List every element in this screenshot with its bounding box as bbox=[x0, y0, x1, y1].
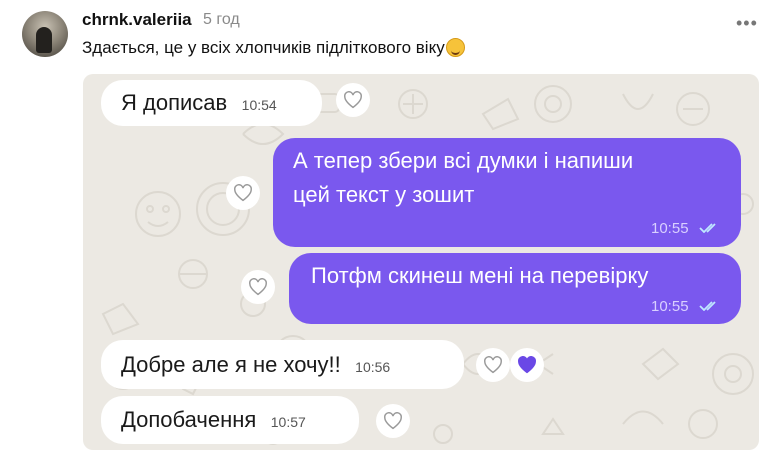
heart-icon[interactable] bbox=[376, 404, 410, 438]
message-meta: 10:55 bbox=[651, 220, 721, 238]
heart-icon[interactable] bbox=[226, 176, 260, 210]
message-time: 10:56 bbox=[355, 359, 391, 375]
message-text: Добре але я не хочу!! bbox=[121, 352, 341, 377]
post-caption: Здається, це у всіх хлопчиків підлітково… bbox=[82, 38, 465, 58]
username[interactable]: chrnk.valeriia bbox=[82, 10, 192, 30]
heart-icon[interactable] bbox=[241, 270, 275, 304]
message-text: Потфм скинеш мені на перевірку bbox=[311, 263, 649, 288]
double-check-icon bbox=[699, 223, 716, 233]
incoming-message[interactable]: Добре але я не хочу!! 10:56 bbox=[101, 340, 464, 389]
rolling-on-floor-laughing-emoji-icon bbox=[445, 38, 465, 57]
avatar[interactable] bbox=[22, 11, 68, 57]
outgoing-message[interactable]: А тепер збери всі думки і напиши цей тек… bbox=[273, 138, 741, 247]
more-dots-icon[interactable]: ••• bbox=[736, 13, 758, 34]
message-text: Я дописав bbox=[121, 90, 228, 115]
message-time: 10:57 bbox=[270, 414, 306, 430]
incoming-message[interactable]: Я дописав 10:54 bbox=[101, 80, 322, 126]
message-time: 10:54 bbox=[241, 97, 277, 113]
message-time: 10:55 bbox=[651, 220, 689, 237]
message-text: Допобачення bbox=[121, 407, 257, 432]
chat-screenshot: Я дописав 10:54 А тепер збери всі думки … bbox=[83, 74, 759, 450]
post-time: 5 год bbox=[203, 11, 240, 28]
message-text-line-2: цей текст у зошит bbox=[293, 182, 475, 207]
heart-icon[interactable] bbox=[336, 83, 370, 117]
message-meta: 10:55 bbox=[651, 298, 721, 316]
liked-heart-icon[interactable] bbox=[510, 348, 544, 382]
caption-text: Здається, це у всіх хлопчиків підлітково… bbox=[82, 38, 445, 57]
message-text-line-1: А тепер збери всі думки і напиши bbox=[293, 148, 634, 173]
incoming-message[interactable]: Допобачення 10:57 bbox=[101, 396, 359, 444]
message-time: 10:55 bbox=[651, 298, 689, 315]
heart-icon[interactable] bbox=[476, 348, 510, 382]
outgoing-message[interactable]: Потфм скинеш мені на перевірку 10:55 bbox=[289, 253, 741, 324]
double-check-icon bbox=[699, 301, 716, 311]
